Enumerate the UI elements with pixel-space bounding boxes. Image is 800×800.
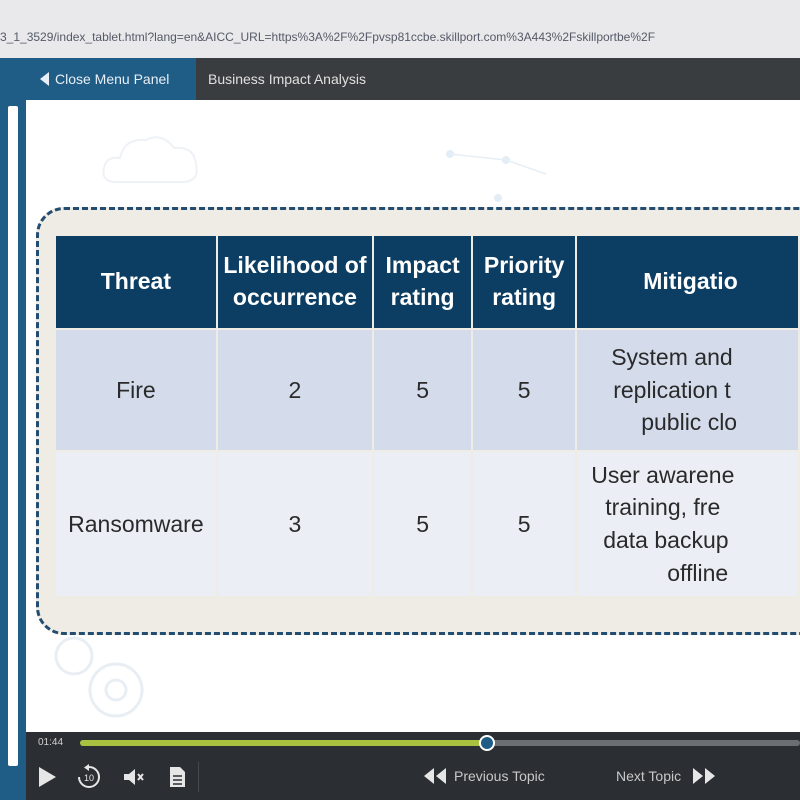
threat-cell: Fire: [56, 330, 216, 450]
url-text[interactable]: 3_1_3529/index_tablet.html?lang=en&AICC_…: [0, 30, 655, 44]
impact-cell: 5: [374, 452, 472, 596]
priority-cell: 5: [473, 330, 576, 450]
replay-10-icon: 10: [78, 764, 100, 788]
play-icon: [39, 767, 56, 787]
mitigation-line: System and: [611, 344, 733, 371]
impact-cell: 5: [374, 330, 472, 450]
likelihood-cell: 3: [217, 452, 373, 596]
mitigation-line: User awarene: [591, 461, 735, 488]
previous-topic-label: Previous Topic: [454, 768, 545, 784]
mitigation-cell: System and replication t public clo: [577, 330, 798, 450]
table-row: Fire 2 5 5 System and replication t publ…: [56, 330, 798, 450]
col-priority: Priority rating: [473, 236, 576, 328]
progress-fill: [80, 740, 487, 746]
threat-cell: Ransomware: [56, 452, 216, 596]
slide-area: Threat Likelihood of occurrence Impact r…: [26, 100, 800, 732]
progress-handle[interactable]: [478, 735, 495, 751]
close-menu-panel-button[interactable]: Close Menu Panel: [0, 58, 196, 100]
player-timeline: 01:44: [26, 732, 800, 754]
course-title: Business Impact Analysis: [208, 71, 366, 87]
volume-button[interactable]: [120, 764, 146, 790]
table-row: Ransomware 3 5 5 User awarene training, …: [56, 452, 798, 596]
mitigation-line: data backup: [603, 527, 729, 553]
col-likelihood: Likelihood of occurrence: [217, 236, 373, 328]
svg-text:10: 10: [84, 773, 94, 783]
mitigation-cell: User awarene training, fre data backup o…: [577, 452, 798, 596]
next-topic-label: Next Topic: [616, 768, 682, 784]
transcript-button[interactable]: [164, 764, 190, 790]
threat-table: Threat Likelihood of occurrence Impact r…: [54, 234, 800, 598]
mitigation-line: replication t: [613, 376, 731, 403]
priority-cell: 5: [473, 452, 576, 596]
elapsed-time: 01:44: [38, 737, 64, 748]
play-button[interactable]: [34, 764, 60, 790]
likelihood-cell: 2: [217, 330, 373, 450]
col-impact: Impact rating: [374, 236, 472, 328]
previous-topic-icon: [424, 768, 446, 784]
mitigation-line: training, fre: [605, 494, 721, 521]
browser-address-bar[interactable]: 3_1_3529/index_tablet.html?lang=en&AICC_…: [0, 0, 800, 59]
close-menu-panel-label: Close Menu Panel: [55, 71, 170, 87]
previous-topic-button[interactable]: Previous Topic: [422, 766, 545, 786]
player-controls: 10 Previous Topic Next Topic: [26, 754, 800, 800]
transcript-icon: [170, 767, 185, 787]
replay-10-button[interactable]: 10: [76, 764, 102, 790]
cloud-icon: [102, 136, 198, 183]
gears-icon: [54, 636, 144, 718]
course-top-nav: Close Menu Panel Business Impact Analysi…: [0, 58, 800, 100]
next-topic-button[interactable]: Next Topic: [616, 766, 717, 786]
mitigation-line: public clo: [641, 409, 738, 436]
mitigation-line: offline: [667, 559, 729, 586]
chevron-left-icon: [40, 72, 49, 86]
col-mitigation: Mitigatio: [577, 236, 798, 328]
menu-panel-scroll[interactable]: [8, 106, 18, 766]
table-header-row: Threat Likelihood of occurrence Impact r…: [56, 236, 798, 328]
progress-track[interactable]: [80, 735, 800, 751]
menu-panel-strip[interactable]: [0, 100, 26, 800]
network-icon: [446, 150, 547, 202]
col-threat: Threat: [56, 236, 216, 328]
controls-divider: [198, 762, 199, 792]
next-topic-icon: [693, 768, 716, 784]
volume-icon: [124, 769, 144, 785]
